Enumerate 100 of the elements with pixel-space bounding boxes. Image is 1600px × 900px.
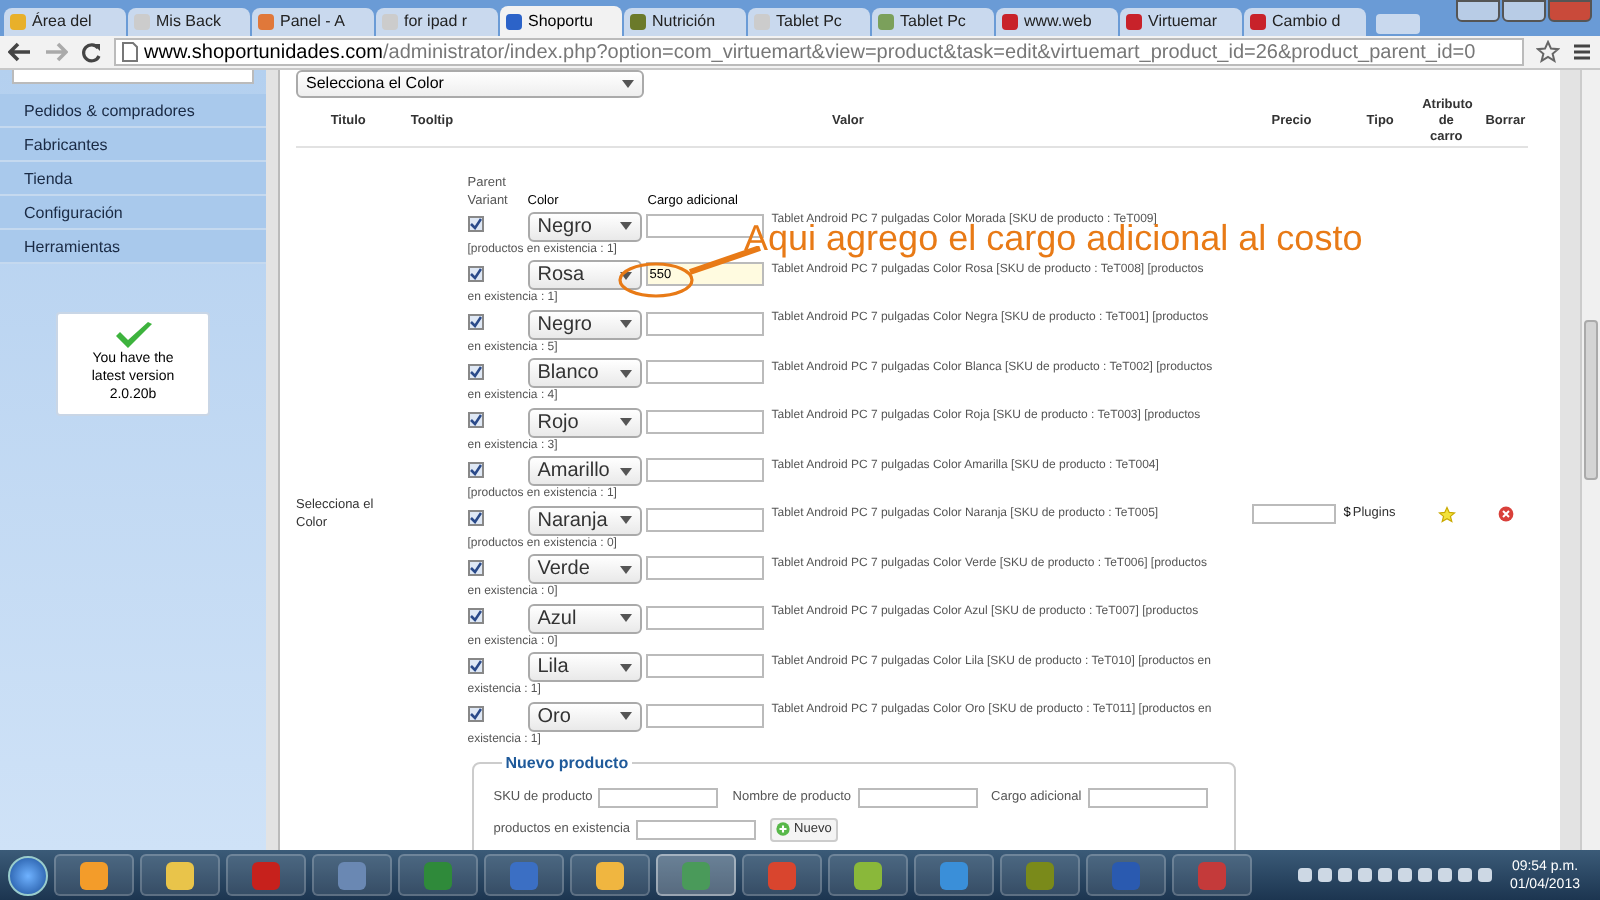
minimize-button[interactable]: [1456, 0, 1500, 22]
text-input[interactable]: [857, 787, 978, 807]
reload-icon[interactable]: [80, 41, 102, 63]
charge-input[interactable]: [645, 556, 764, 580]
sidebar-item[interactable]: Pedidos & compradores: [0, 94, 266, 128]
color-select[interactable]: Azul: [527, 603, 642, 633]
taskbar-button[interactable]: [656, 854, 736, 896]
charge-input[interactable]: [645, 409, 764, 433]
checkbox[interactable]: [467, 559, 484, 575]
taskbar-button[interactable]: [1172, 854, 1252, 896]
annotation-text: Aqui agrego el cargo adicional al costo: [744, 222, 1363, 256]
favicon-icon: [1250, 14, 1266, 30]
browser-tab[interactable]: Tablet Pc: [872, 8, 994, 36]
app-icon: [854, 861, 882, 889]
browser-tab[interactable]: Shoportu: [500, 6, 622, 36]
sidebar-item[interactable]: Configuración: [0, 196, 266, 230]
url-text: www.shoportunidades.com/administrator/index.php?option=com_virtuemart&view=product&task=edit&virtuemart_product_id=26&product_parent_id=0: [144, 40, 1476, 64]
maximize-button[interactable]: [1502, 0, 1546, 22]
taskbar-button[interactable]: [484, 854, 564, 896]
star-icon[interactable]: [1438, 505, 1457, 524]
charge-input[interactable]: [645, 360, 764, 384]
browser-tab[interactable]: for ipad r: [376, 8, 498, 36]
taskbar-button[interactable]: [54, 854, 134, 896]
browser-tab[interactable]: Panel - A: [252, 8, 374, 36]
charge-input[interactable]: [645, 703, 764, 727]
back-icon[interactable]: [8, 42, 32, 62]
checkbox[interactable]: [467, 363, 484, 379]
browser-tab[interactable]: Virtuemar: [1120, 8, 1242, 36]
taskbar-button[interactable]: [1000, 854, 1080, 896]
sidebar-item[interactable]: Tienda: [0, 162, 266, 196]
delete-icon[interactable]: [1497, 506, 1514, 523]
checkbox[interactable]: [467, 265, 484, 281]
browser-tab[interactable]: Tablet Pc: [748, 8, 870, 36]
favicon-icon: [1126, 14, 1142, 30]
taskbar-button[interactable]: [828, 854, 908, 896]
taskbar-button[interactable]: [570, 854, 650, 896]
caret-icon: [619, 565, 632, 573]
sidebar-item[interactable]: Herramientas: [0, 230, 266, 264]
checkbox[interactable]: [467, 510, 484, 526]
checkbox[interactable]: [467, 461, 484, 477]
charge-input[interactable]: [645, 507, 764, 531]
browser-tab[interactable]: Nutrición: [624, 8, 746, 36]
checkbox[interactable]: [467, 608, 484, 624]
text-input[interactable]: [1087, 787, 1208, 807]
checkbox[interactable]: [467, 657, 484, 673]
text-input[interactable]: [598, 787, 719, 807]
color-select[interactable]: Amarillo: [527, 456, 642, 486]
favicon-icon: [10, 14, 26, 30]
browser-tab[interactable]: Cambio d: [1244, 8, 1366, 36]
browser-tab[interactable]: www.web: [996, 8, 1118, 36]
start-button[interactable]: [8, 855, 48, 895]
browser-tab[interactable]: Área del: [4, 8, 126, 36]
favicon-icon: [382, 14, 398, 30]
color-select[interactable]: Lila: [527, 652, 642, 682]
color-select[interactable]: Blanco: [527, 358, 642, 388]
star-icon[interactable]: [1536, 40, 1560, 64]
color-select[interactable]: Naranja: [527, 505, 642, 535]
checkbox[interactable]: [467, 216, 484, 232]
sidebar-item[interactable]: Fabricantes: [0, 128, 266, 162]
caret-icon: [619, 516, 632, 524]
price-input[interactable]: [1251, 504, 1336, 525]
color-select[interactable]: Rojo: [527, 407, 642, 437]
checkbox[interactable]: [467, 412, 484, 428]
taskbar-button[interactable]: [1086, 854, 1166, 896]
caret-icon: [619, 712, 632, 720]
taskbar-button[interactable]: [312, 854, 392, 896]
charge-input[interactable]: [645, 311, 764, 335]
taskbar-button[interactable]: [398, 854, 478, 896]
favicon-icon: [630, 14, 646, 30]
checkbox[interactable]: [467, 314, 484, 330]
taskbar-button[interactable]: [742, 854, 822, 896]
app-icon: [424, 861, 452, 889]
color-select[interactable]: Negro: [527, 309, 642, 339]
browser-tab[interactable]: Mis Back: [128, 8, 250, 36]
menu-icon[interactable]: [1572, 42, 1592, 62]
charge-input[interactable]: [645, 458, 764, 482]
parent-select[interactable]: Selecciona el Color: [296, 70, 644, 98]
checkbox[interactable]: [467, 706, 484, 722]
taskbar-button[interactable]: [914, 854, 994, 896]
address-bar[interactable]: www.shoportunidades.com/administrator/index.php?option=com_virtuemart&view=product&task=edit&virtuemart_product_id=26&product_parent_id=0: [114, 38, 1524, 66]
favicon-icon: [878, 14, 894, 30]
text-input[interactable]: [636, 819, 757, 839]
color-select[interactable]: Oro: [527, 701, 642, 731]
taskbar-button[interactable]: [140, 854, 220, 896]
caret-icon: [619, 369, 632, 377]
charge-input[interactable]: [645, 654, 764, 678]
charge-input[interactable]: [645, 605, 764, 629]
color-select[interactable]: Verde: [527, 554, 642, 584]
app-icon: [1026, 861, 1054, 889]
caret-icon: [619, 663, 632, 671]
app-icon: [80, 861, 108, 889]
scrollbar[interactable]: [1580, 70, 1600, 850]
app-icon: [252, 861, 280, 889]
favicon-icon: [754, 14, 770, 30]
forward-icon[interactable]: [44, 42, 68, 62]
color-select[interactable]: Negro: [527, 211, 642, 241]
app-icon: [768, 861, 796, 889]
caret-icon: [619, 222, 632, 230]
taskbar-button[interactable]: [226, 854, 306, 896]
color-select[interactable]: Rosa: [527, 260, 642, 290]
